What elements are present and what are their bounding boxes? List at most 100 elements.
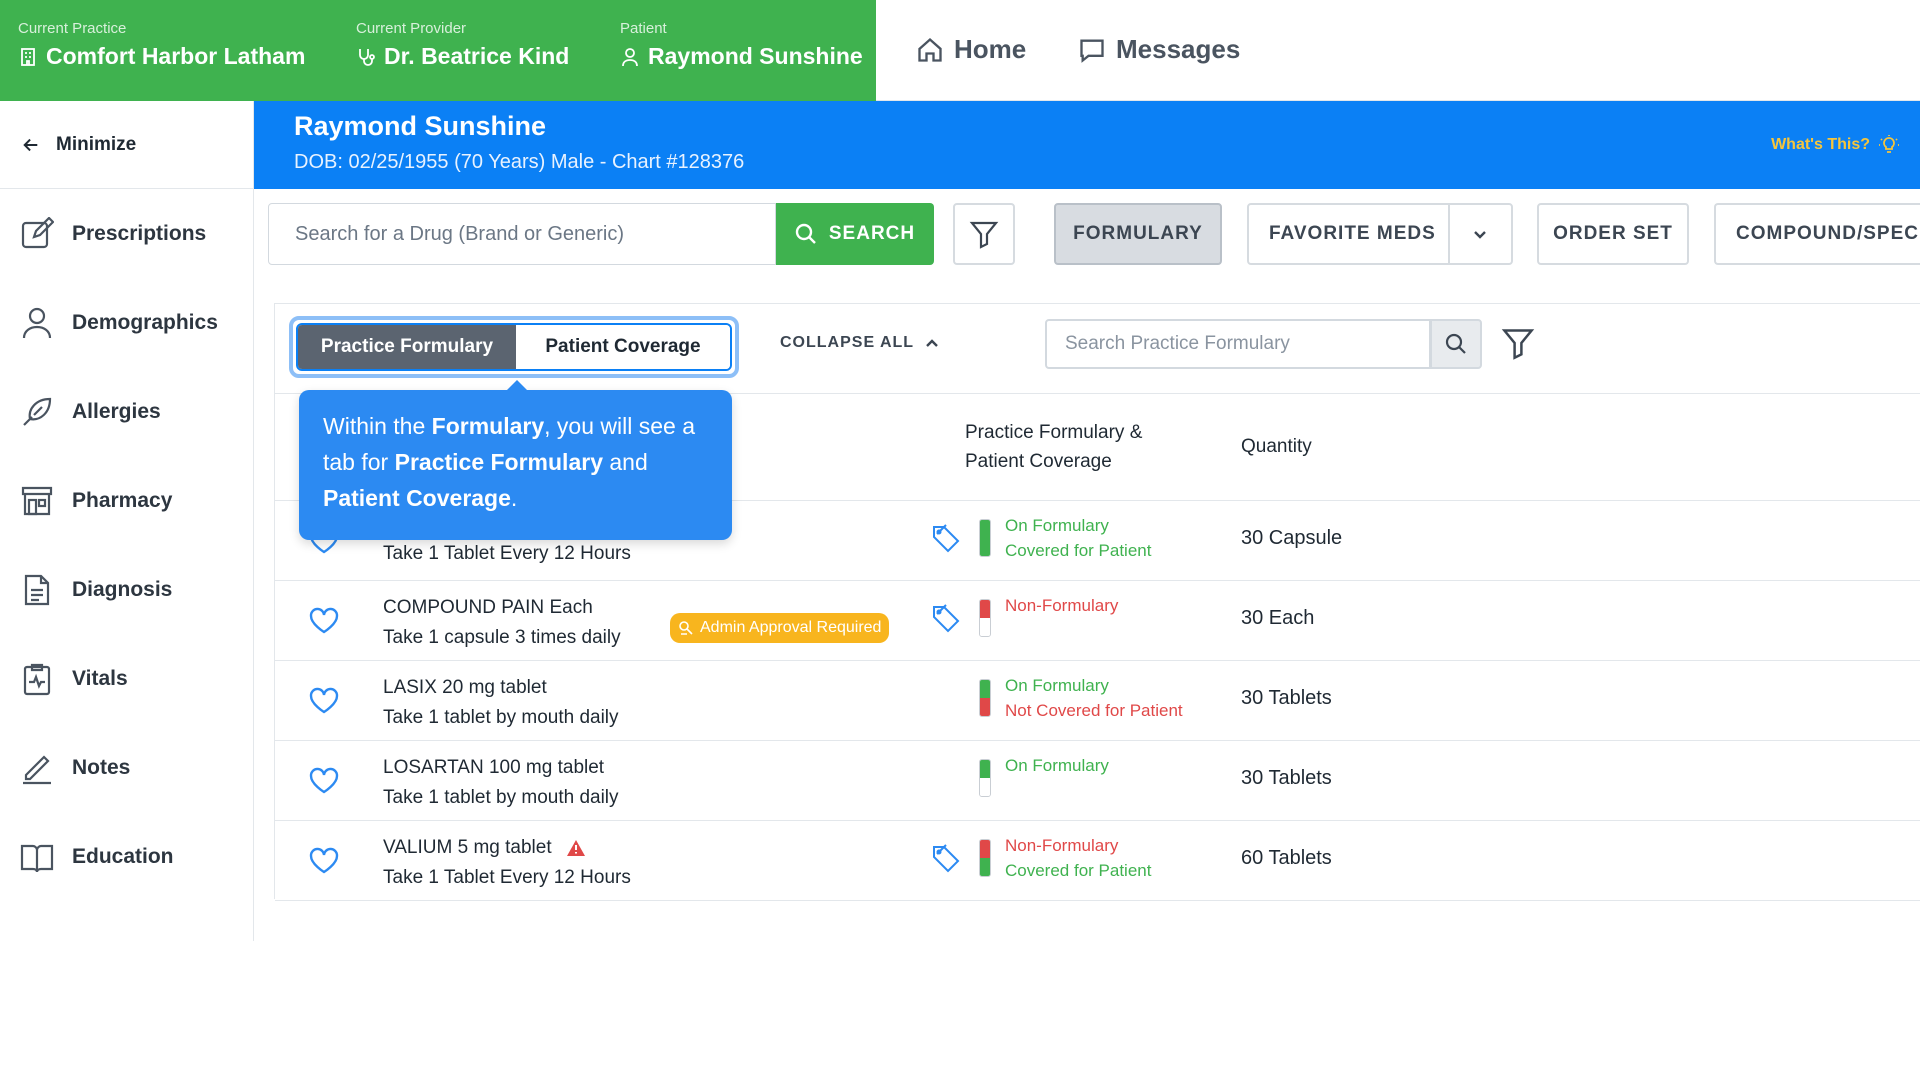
- tooltip-bold-formulary: Formulary: [431, 413, 545, 439]
- favorite-meds-label: FAVORITE MEDS: [1269, 223, 1436, 244]
- drug-info: LASIX 20 mg tablet Take 1 tablet by mout…: [383, 673, 619, 733]
- current-patient[interactable]: Patient Raymond Sunshine: [620, 20, 863, 70]
- patient-info: DOB: 02/25/1955 (70 Years) Male - Chart …: [294, 151, 745, 173]
- current-practice[interactable]: Current Practice Comfort Harbor Latham: [18, 20, 305, 70]
- sidebar-item-vitals[interactable]: Vitals: [0, 634, 253, 723]
- favorite-meds-button[interactable]: FAVORITE MEDS: [1247, 203, 1513, 265]
- home-icon: [918, 37, 942, 62]
- table-row[interactable]: COMPOUND PAIN Each Take 1 capsule 3 time…: [275, 581, 1920, 661]
- formulary-status: On Formulary: [1005, 516, 1109, 535]
- sidebar-item-pharmacy[interactable]: Pharmacy: [0, 456, 253, 545]
- approval-icon: [679, 621, 693, 635]
- practice-formulary-search-button[interactable]: [1430, 319, 1482, 369]
- nav-messages-label: Messages: [1116, 34, 1241, 64]
- coverage-indicator: [979, 839, 991, 877]
- coverage-status: On Formulary Not Covered for Patient: [1005, 673, 1183, 723]
- allergy-icon: [23, 397, 52, 426]
- current-provider[interactable]: Current Provider Dr. Beatrice Kind: [356, 20, 569, 70]
- admin-approval-label: Admin Approval Required: [700, 619, 882, 636]
- chat-icon: [1080, 39, 1104, 63]
- sidebar-item-label: Allergies: [72, 399, 161, 423]
- tab-practice-formulary[interactable]: Practice Formulary: [298, 325, 516, 369]
- drug-info: COMPOUND PAIN Each Take 1 capsule 3 time…: [383, 593, 621, 653]
- favorite-meds-dropdown[interactable]: [1447, 205, 1511, 263]
- table-row[interactable]: LASIX 20 mg tablet Take 1 tablet by mout…: [275, 661, 1920, 741]
- current-patient-label: Patient: [620, 20, 667, 37]
- heart-icon[interactable]: [309, 847, 339, 875]
- lightbulb-icon: [1879, 135, 1899, 153]
- building-icon: [21, 47, 35, 66]
- filter-icon[interactable]: [1501, 326, 1535, 360]
- filter-icon: [969, 221, 999, 249]
- minimize-button[interactable]: Minimize: [0, 101, 253, 189]
- nav-messages[interactable]: Messages: [1078, 34, 1240, 65]
- compound-button[interactable]: COMPOUND/SPECI: [1714, 203, 1920, 265]
- sidebar-item-demographics[interactable]: Demographics: [0, 278, 253, 367]
- tooltip-text: Within the: [323, 413, 432, 439]
- coverage-indicator: [979, 519, 991, 557]
- tag-icon[interactable]: [931, 843, 961, 873]
- stethoscope-icon: [359, 48, 375, 66]
- practice-formulary-search-input[interactable]: [1045, 319, 1431, 369]
- quantity: 30 Each: [1241, 607, 1315, 629]
- whats-this-label: What's This?: [1771, 136, 1870, 153]
- pharmacy-icon: [21, 486, 53, 515]
- drug-name: COMPOUND PAIN: [383, 597, 545, 618]
- formulary-button[interactable]: FORMULARY: [1054, 203, 1222, 265]
- drug-sig: Take 1 Tablet Every 12 Hours: [383, 543, 631, 564]
- context-bar: Current Practice Comfort Harbor Latham C…: [0, 0, 876, 101]
- collapse-all-button[interactable]: COLLAPSE ALL: [780, 334, 940, 352]
- sidebar-item-prescriptions[interactable]: Prescriptions: [0, 189, 253, 278]
- current-practice-value: Comfort Harbor Latham: [46, 43, 306, 69]
- drug-name: LOSARTAN: [383, 757, 484, 778]
- drug-name: VALIUM: [383, 837, 453, 858]
- heart-icon[interactable]: [309, 607, 339, 635]
- coverage-status: Non-Formulary Covered for Patient: [1005, 833, 1151, 883]
- patient-banner: Raymond Sunshine DOB: 02/25/1955 (70 Yea…: [254, 101, 1920, 189]
- quantity: 30 Capsule: [1241, 527, 1343, 549]
- drug-search-input[interactable]: [268, 203, 776, 265]
- whats-this-link[interactable]: What's This?: [1771, 134, 1900, 156]
- drug-strength: 20 mg tablet: [436, 677, 547, 698]
- formulary-status: On Formulary: [1005, 756, 1109, 775]
- sidebar-item-allergies[interactable]: Allergies: [0, 367, 253, 456]
- book-icon: [20, 844, 54, 872]
- column-header-coverage: Practice Formulary & Patient Coverage: [965, 418, 1142, 476]
- pen-icon: [23, 754, 51, 784]
- formulary-status: On Formulary: [1005, 676, 1109, 695]
- sidebar-item-label: Prescriptions: [72, 221, 207, 245]
- heart-icon[interactable]: [309, 767, 339, 795]
- drug-info: LOSARTAN 100 mg tablet Take 1 tablet by …: [383, 753, 619, 813]
- current-patient-value: Raymond Sunshine: [648, 43, 863, 69]
- search-button[interactable]: SEARCH: [776, 203, 934, 265]
- sidebar-item-label: Education: [72, 844, 174, 868]
- drug-name: LASIX: [383, 677, 437, 698]
- formulary-button-label: FORMULARY: [1073, 223, 1203, 244]
- sidebar-item-notes[interactable]: Notes: [0, 723, 253, 812]
- filter-button[interactable]: [953, 203, 1015, 265]
- sidebar-item-education[interactable]: Education: [0, 812, 253, 901]
- table-row[interactable]: VALIUM 5 mg tablet Take 1 Tablet Every 1…: [275, 821, 1920, 901]
- sidebar: Minimize Prescriptions Demographics Alle…: [0, 101, 254, 941]
- tag-icon[interactable]: [931, 603, 961, 633]
- coverage-status: Non-Formulary: [1005, 593, 1118, 618]
- coverage-indicator: [979, 759, 991, 797]
- arrow-left-icon: [23, 138, 38, 151]
- sidebar-item-label: Demographics: [72, 310, 218, 334]
- heart-icon[interactable]: [309, 687, 339, 715]
- sidebar-item-diagnosis[interactable]: Diagnosis: [0, 545, 253, 634]
- tab-patient-coverage[interactable]: Patient Coverage: [516, 325, 730, 369]
- patient-name: Raymond Sunshine: [294, 111, 547, 141]
- drug-strength: 5 mg tablet: [452, 837, 552, 858]
- tooltip-text: .: [510, 485, 518, 511]
- table-row[interactable]: LOSARTAN 100 mg tablet Take 1 tablet by …: [275, 741, 1920, 821]
- order-set-button[interactable]: ORDER SET: [1537, 203, 1689, 265]
- admin-approval-badge: Admin Approval Required: [670, 613, 890, 643]
- tag-icon[interactable]: [931, 523, 961, 553]
- search-button-label: SEARCH: [828, 223, 916, 244]
- drug-strength: Each: [544, 597, 593, 618]
- person-icon: [622, 47, 638, 66]
- coverage-status: On Formulary Covered for Patient: [1005, 513, 1151, 563]
- top-bar: Current Practice Comfort Harbor Latham C…: [0, 0, 1920, 101]
- nav-home[interactable]: Home: [916, 34, 1026, 65]
